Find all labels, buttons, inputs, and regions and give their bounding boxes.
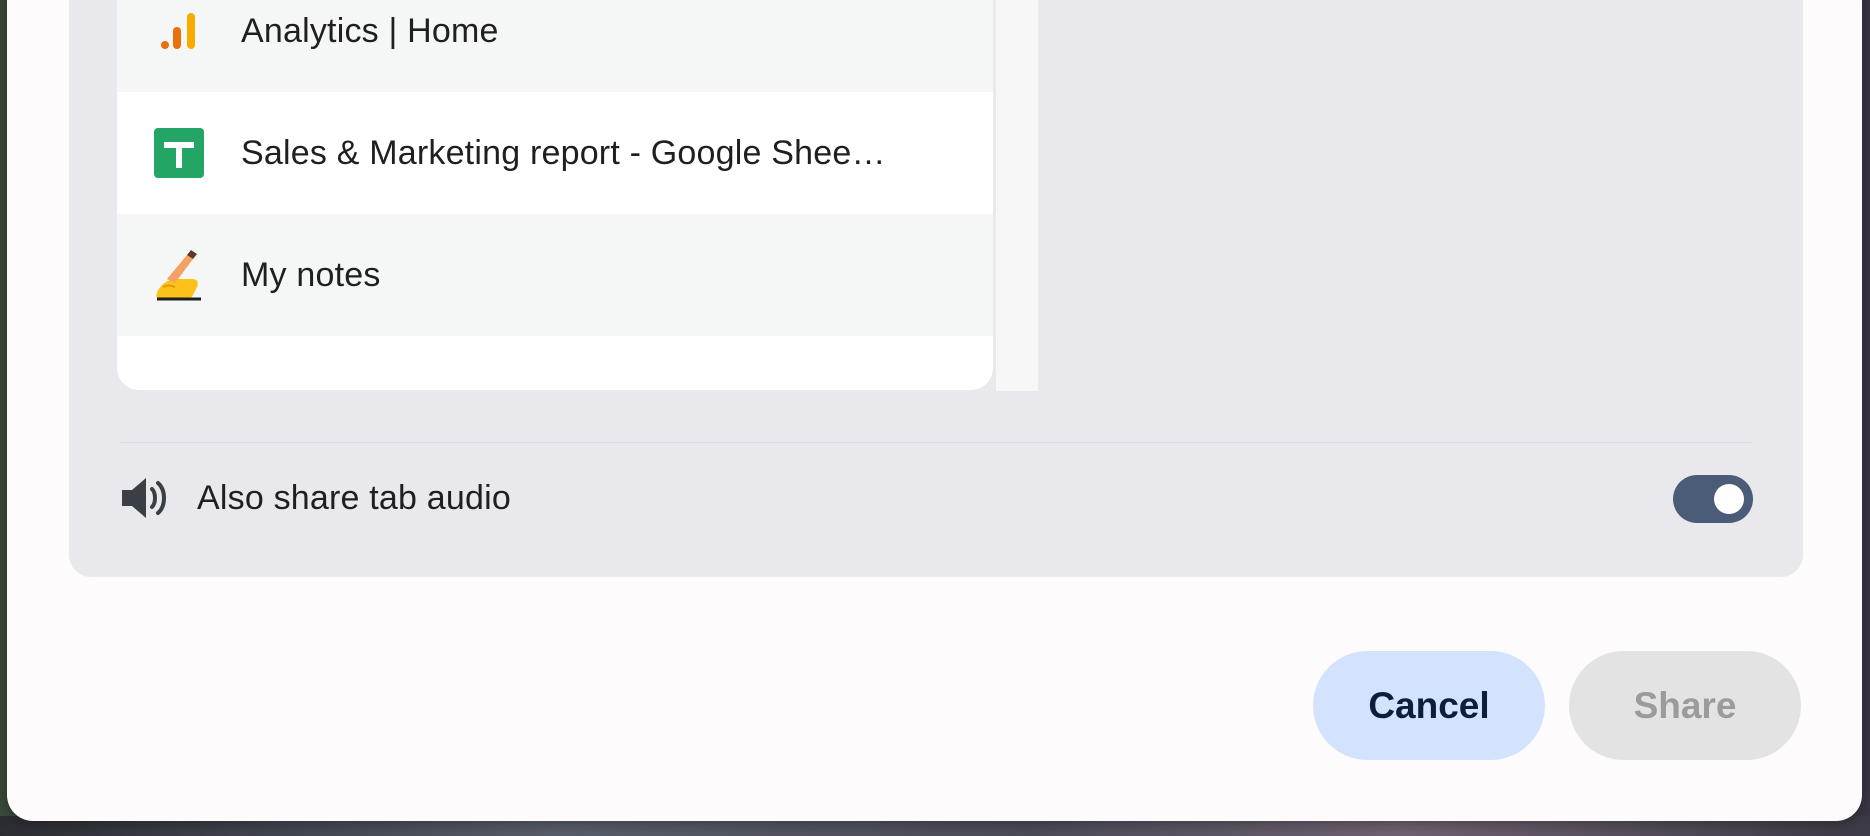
tab-title: My notes	[241, 255, 381, 294]
analytics-icon	[153, 5, 205, 57]
cancel-button[interactable]: Cancel	[1313, 651, 1545, 760]
share-tab-dialog: Analytics | Home Sales & Marketing repor…	[7, 0, 1862, 821]
tab-title: Analytics | Home	[241, 11, 499, 50]
tab-list-scrollbar[interactable]	[996, 0, 1038, 391]
writing-hand-icon	[153, 249, 205, 301]
tab-item-sales-marketing-report[interactable]: Sales & Marketing report - Google Shee…	[117, 92, 993, 214]
speaker-icon	[119, 472, 171, 524]
share-audio-toggle[interactable]	[1673, 475, 1753, 523]
share-audio-row: Also share tab audio	[119, 442, 1753, 554]
tab-list[interactable]: Analytics | Home Sales & Marketing repor…	[117, 0, 993, 390]
tab-title: Sales & Marketing report - Google Shee…	[241, 133, 886, 172]
toggle-knob	[1714, 484, 1744, 514]
google-sheets-icon	[153, 127, 205, 179]
tab-item-my-notes[interactable]: My notes	[117, 214, 993, 336]
share-audio-label: Also share tab audio	[197, 478, 511, 517]
tab-item-analytics[interactable]: Analytics | Home	[117, 0, 993, 92]
share-button[interactable]: Share	[1569, 651, 1801, 760]
tab-picker-panel: Analytics | Home Sales & Marketing repor…	[69, 0, 1803, 577]
